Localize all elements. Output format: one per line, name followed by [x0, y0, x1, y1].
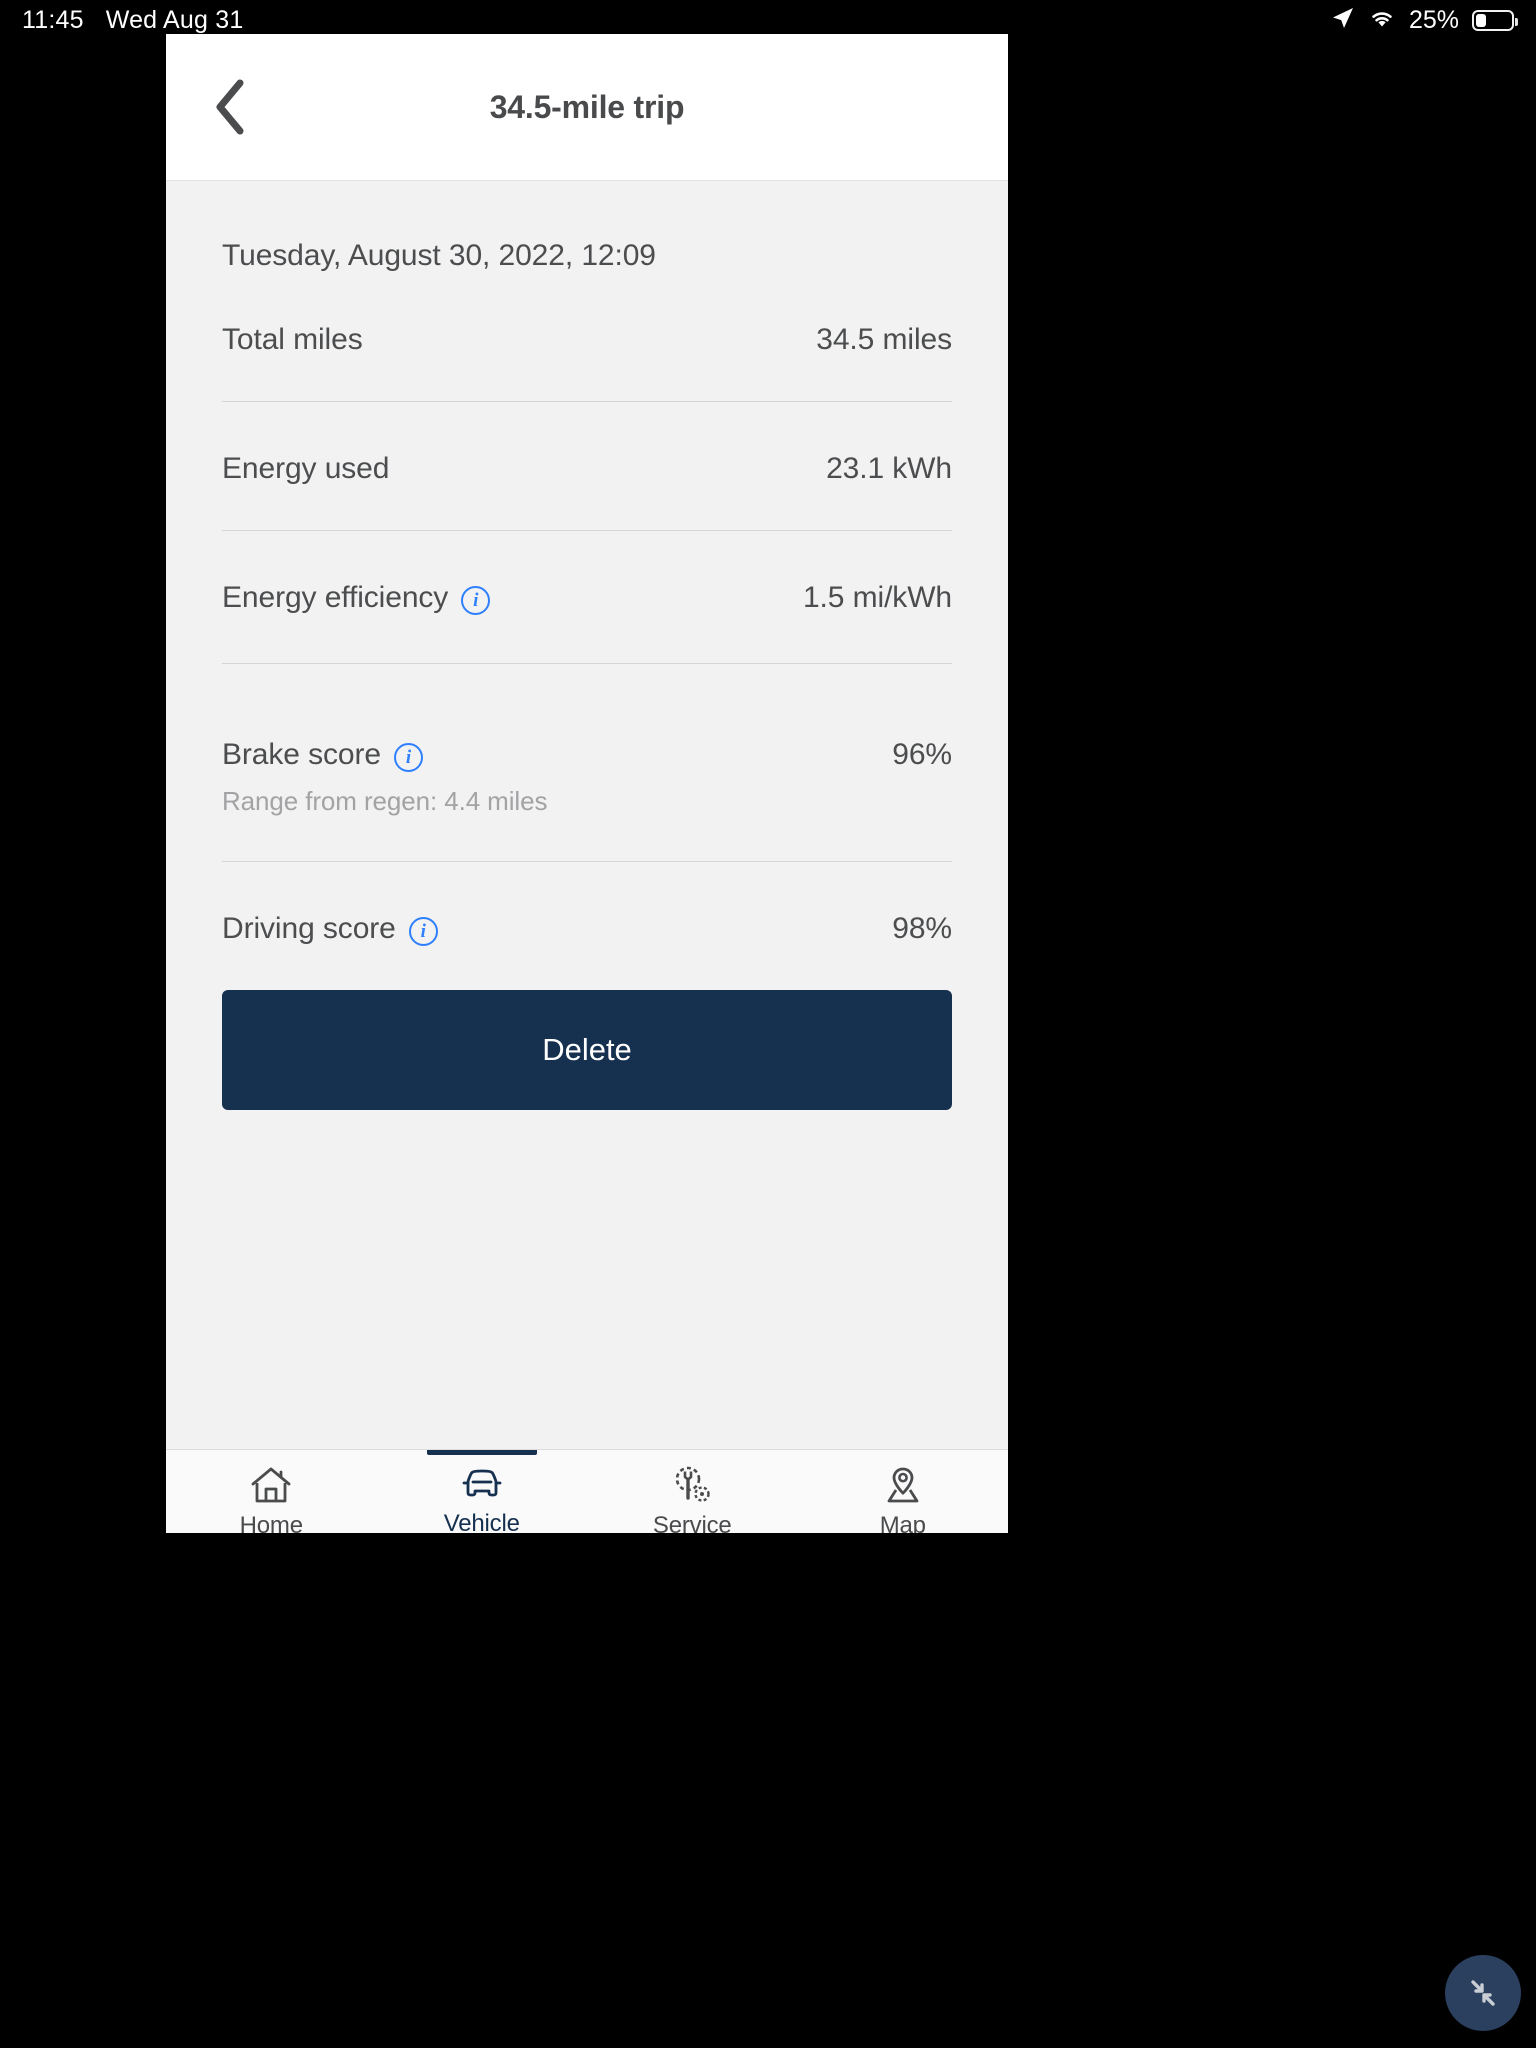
trip-row-total-miles: Total miles 34.5 miles [222, 273, 952, 357]
active-tab-indicator [426, 1450, 537, 1455]
tab-home[interactable]: Home [166, 1450, 377, 1533]
trip-timestamp: Tuesday, August 30, 2022, 12:09 [222, 239, 656, 272]
info-icon[interactable]: i [461, 585, 491, 615]
row-label: Driving score i [222, 912, 438, 946]
row-label-text: Energy efficiency [222, 581, 449, 614]
row-value: 34.5 miles [816, 323, 952, 356]
tab-label: Vehicle [443, 1510, 520, 1533]
row-label-text: Energy used [222, 452, 390, 485]
delete-button[interactable]: Delete [222, 990, 952, 1110]
row-value: 98% [892, 912, 952, 945]
trip-row-brake-score: Brake score i Range from regen: 4.4 mile… [222, 664, 952, 817]
tab-map[interactable]: Map [798, 1450, 1009, 1533]
row-label: Total miles [222, 323, 363, 357]
trip-row-driving-score: Driving score i 98% [222, 862, 952, 946]
battery-icon [1472, 9, 1518, 31]
row-subtext: Range from regen: 4.4 miles [222, 786, 548, 816]
collapse-window-button[interactable] [1445, 1955, 1521, 2031]
location-arrow-icon [1331, 6, 1355, 35]
trip-row-energy-efficiency: Energy efficiency i 1.5 mi/kWh [222, 531, 952, 615]
row-value: 96% [892, 738, 952, 771]
row-label-text: Driving score [222, 912, 396, 945]
wifi-icon [1368, 7, 1396, 34]
chevron-left-icon [216, 79, 244, 135]
battery-percent: 25% [1408, 5, 1459, 34]
row-label-text: Brake score [222, 738, 381, 771]
row-value: 23.1 kWh [826, 452, 952, 485]
app-window: 34.5-mile trip Tuesday, August 30, 2022,… [166, 34, 1008, 1533]
map-pin-icon [880, 1464, 926, 1506]
info-icon[interactable]: i [393, 742, 423, 772]
trip-details-content: Tuesday, August 30, 2022, 12:09 Total mi… [166, 181, 1008, 1449]
tab-label: Home [239, 1512, 303, 1533]
car-icon [458, 1464, 506, 1504]
info-icon[interactable]: i [408, 916, 438, 946]
home-icon [249, 1464, 293, 1506]
tab-service[interactable]: Service [587, 1450, 798, 1533]
row-label-group: Brake score i Range from regen: 4.4 mile… [222, 738, 547, 817]
row-label: Energy used [222, 452, 389, 486]
app-header: 34.5-mile trip [166, 34, 1008, 181]
service-icon [668, 1464, 716, 1506]
status-bar-right: 25% [1331, 5, 1518, 35]
page-title: 34.5-mile trip [489, 88, 685, 125]
status-date: Wed Aug 31 [105, 5, 244, 34]
tab-vehicle[interactable]: Vehicle [377, 1450, 588, 1533]
bottom-tab-bar: Home Vehicle Service Map [166, 1449, 1008, 1533]
tab-label: Service [652, 1512, 732, 1533]
row-label: Brake score i [222, 738, 547, 772]
back-button[interactable] [202, 76, 258, 138]
row-label-text: Total miles [222, 323, 363, 356]
tab-label: Map [879, 1512, 926, 1533]
status-bar-left: 11:45 Wed Aug 31 [22, 6, 243, 35]
status-time: 11:45 [22, 5, 84, 34]
row-value: 1.5 mi/kWh [802, 581, 952, 614]
trip-row-energy-used: Energy used 23.1 kWh [222, 402, 952, 486]
collapse-arrows-icon [1471, 1980, 1495, 2006]
row-label: Energy efficiency i [222, 581, 491, 615]
